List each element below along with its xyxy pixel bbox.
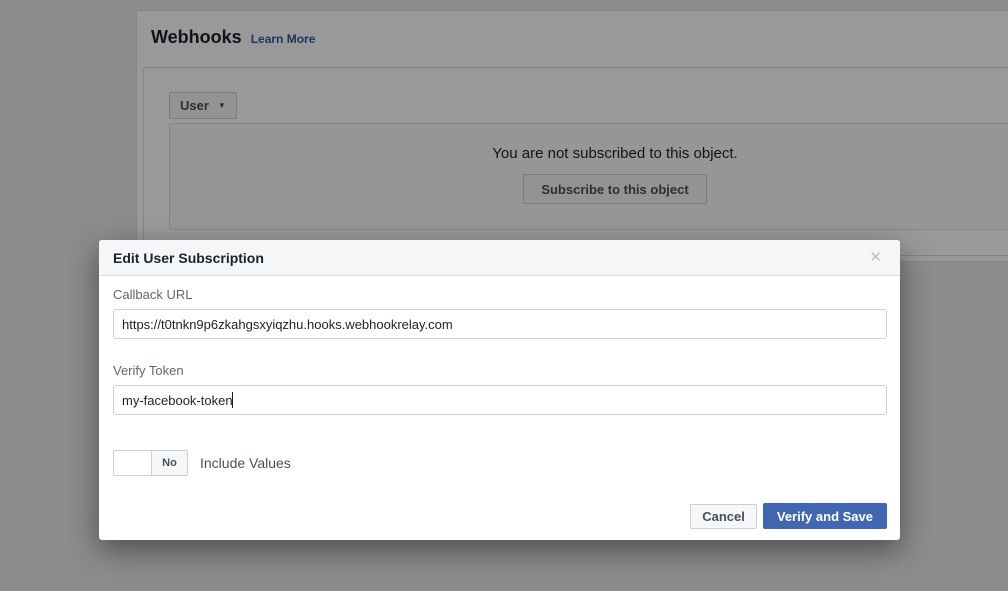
toggle-state-label: No <box>152 451 187 475</box>
close-icon[interactable]: ✕ <box>865 250 886 265</box>
verify-and-save-button[interactable]: Verify and Save <box>763 503 887 529</box>
callback-url-label: Callback URL <box>113 287 192 302</box>
edit-user-subscription-dialog: Edit User Subscription ✕ Callback URL Ve… <box>99 240 900 540</box>
text-cursor <box>232 392 233 408</box>
include-values-label: Include Values <box>200 455 291 471</box>
cancel-button[interactable]: Cancel <box>690 504 757 529</box>
dialog-footer: Cancel Verify and Save <box>690 503 887 529</box>
include-values-toggle[interactable]: No <box>113 450 188 476</box>
callback-url-input[interactable] <box>113 309 887 339</box>
callback-url-field-wrap <box>113 309 887 339</box>
include-values-row: No Include Values <box>113 450 291 476</box>
dialog-header: Edit User Subscription ✕ <box>99 240 900 276</box>
verify-token-field-wrap <box>113 385 887 415</box>
verify-token-label: Verify Token <box>113 363 184 378</box>
toggle-knob <box>114 451 152 475</box>
dialog-title: Edit User Subscription <box>113 250 865 266</box>
verify-token-input[interactable] <box>113 385 887 415</box>
